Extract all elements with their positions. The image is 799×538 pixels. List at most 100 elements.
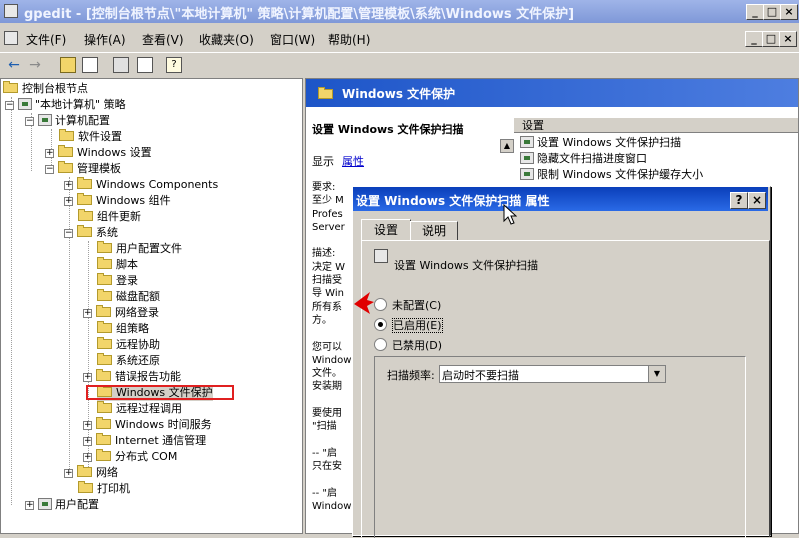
close-button[interactable]: ×	[780, 4, 798, 20]
tree-system-child[interactable]: + 错误报告功能	[83, 369, 181, 385]
maximize-button[interactable]: □	[763, 4, 781, 20]
tree-system-child[interactable]: 系统还原	[97, 353, 160, 369]
tree-printers[interactable]: 打印机	[78, 481, 130, 497]
tree-windows-settings[interactable]: + Windows 设置	[45, 145, 152, 161]
list-header[interactable]: 设置	[514, 117, 798, 133]
tab-settings[interactable]: 设置	[361, 219, 411, 241]
expand-icon[interactable]: +	[45, 149, 54, 158]
properties-dialog: 设置 Windows 文件保护扫描 属性 ? × 设置 说明 设置 Window…	[352, 186, 771, 538]
expand-icon[interactable]: +	[83, 437, 92, 446]
tree-user-config[interactable]: + 用户配置	[25, 497, 99, 513]
expand-icon[interactable]: +	[64, 197, 73, 206]
description-line: 至少 M	[312, 195, 344, 207]
folder-icon	[77, 465, 93, 477]
tree-software-settings[interactable]: 软件设置	[59, 129, 122, 145]
menu-window[interactable]: 窗口(W)	[270, 31, 315, 48]
list-item[interactable]: 设置 Windows 文件保护扫描	[520, 135, 681, 151]
folder-icon	[318, 87, 334, 99]
policy-title: 设置 Windows 文件保护扫描	[312, 123, 464, 136]
description-line: 您可以	[312, 341, 342, 353]
tab-explain[interactable]: 说明	[410, 221, 458, 240]
chevron-down-icon[interactable]: ▼	[648, 366, 665, 382]
folder-icon	[77, 177, 93, 189]
policy-setting-icon	[520, 152, 534, 164]
menu-action[interactable]: 操作(A)	[84, 31, 126, 48]
policy-description: 要求: 至少 M Profes Server 描述: 决定 W 扫描受导 Win 所有系 方。您…	[312, 181, 356, 513]
help-button[interactable]: ?	[730, 192, 748, 209]
red-arrow-icon	[354, 292, 374, 314]
tree-local-policy[interactable]: − "本地计算机" 策略	[5, 97, 126, 113]
tree-windows-components[interactable]: + Windows Components	[64, 177, 218, 193]
tree-system-child[interactable]: 磁盘配额	[97, 289, 160, 305]
properties-icon[interactable]	[113, 57, 129, 73]
help-icon[interactable]: ?	[166, 57, 182, 73]
collapse-icon[interactable]: −	[5, 101, 14, 110]
folder-icon	[97, 241, 113, 253]
description-line	[312, 434, 356, 447]
list-item[interactable]: 限制 Windows 文件保护缓存大小	[520, 167, 703, 183]
dialog-close-button[interactable]: ×	[748, 192, 766, 209]
tree-component-update[interactable]: 组件更新	[78, 209, 141, 225]
tree-computer-config[interactable]: − 计算机配置	[25, 113, 110, 129]
folder-icon	[96, 305, 112, 317]
folder-icon	[77, 225, 93, 237]
forward-arrow-icon[interactable]: →	[25, 55, 45, 75]
description-line	[312, 394, 356, 407]
description-line: -- "启	[312, 447, 337, 459]
folder-icon	[97, 273, 113, 285]
tree-system[interactable]: − 系统	[64, 225, 118, 241]
mdi-maximize-button[interactable]: □	[762, 31, 780, 47]
radio-enabled[interactable]: 已启用(E)	[374, 317, 443, 333]
menu-favorites[interactable]: 收藏夹(O)	[199, 31, 254, 48]
tree-system-child[interactable]: 远程协助	[97, 337, 160, 353]
collapse-icon[interactable]: −	[64, 229, 73, 238]
mdi-close-button[interactable]: ×	[779, 31, 797, 47]
tree-system-child[interactable]: 用户配置文件	[97, 241, 182, 257]
folder-icon	[58, 161, 74, 173]
back-arrow-icon[interactable]: ←	[4, 55, 24, 75]
expand-icon[interactable]: +	[83, 309, 92, 318]
menu-file[interactable]: 文件(F)	[26, 31, 66, 48]
radio-not-configured[interactable]: 未配置(C)	[374, 297, 441, 313]
tree-root[interactable]: 控制台根节点	[3, 81, 88, 97]
tree-system-child[interactable]: + 网络登录	[83, 305, 159, 321]
description-line	[312, 234, 356, 247]
show-hide-tree-icon[interactable]	[82, 57, 98, 73]
radio-disabled[interactable]: 已禁用(D)	[374, 337, 442, 353]
mdi-minimize-button[interactable]: _	[745, 31, 763, 47]
window-title: gpedit - [控制台根节点\"本地计算机" 策略\计算机配置\管理模板\系…	[24, 7, 575, 22]
collapse-icon[interactable]: −	[25, 117, 34, 126]
expand-icon[interactable]: +	[83, 421, 92, 430]
tree-system-child[interactable]: 组策略	[97, 321, 149, 337]
folder-icon	[59, 129, 75, 141]
folder-icon	[97, 321, 113, 333]
tree-system-child[interactable]: + Windows 时间服务	[83, 417, 212, 433]
tree-system-child[interactable]: + 分布式 COM	[83, 449, 177, 465]
tree-admin-templates[interactable]: − 管理模板	[45, 161, 121, 177]
menu-help[interactable]: 帮助(H)	[328, 31, 370, 48]
scan-frequency-select[interactable]: 启动时不要扫描 ▼	[439, 365, 666, 383]
tree-windows-components-cn[interactable]: + Windows 组件	[64, 193, 171, 209]
tree-pane: 控制台根节点 − "本地计算机" 策略 − 计算机配置 软件设置 + Windows …	[0, 78, 303, 534]
highlight-box	[86, 385, 234, 400]
list-scroll-arrow-icon[interactable]: ▲	[500, 139, 514, 153]
display-label: 显示	[312, 155, 334, 168]
folder-icon	[96, 449, 112, 461]
collapse-icon[interactable]: −	[45, 165, 54, 174]
tree-system-child[interactable]: 脚本	[97, 257, 138, 273]
properties-link[interactable]: 属性	[342, 153, 364, 169]
export-list-icon[interactable]	[137, 57, 153, 73]
expand-icon[interactable]: +	[64, 181, 73, 190]
expand-icon[interactable]: +	[83, 453, 92, 462]
list-item[interactable]: 隐藏文件扫描进度窗口	[520, 151, 647, 167]
menu-view[interactable]: 查看(V)	[142, 31, 184, 48]
tree-system-child[interactable]: 登录	[97, 273, 138, 289]
expand-icon[interactable]: +	[83, 373, 92, 382]
tree-system-child[interactable]: 远程过程调用	[97, 401, 182, 417]
up-folder-icon[interactable]	[60, 57, 76, 73]
tree-system-child[interactable]: + Internet 通信管理	[83, 433, 206, 449]
tree-network[interactable]: + 网络	[64, 465, 118, 481]
minimize-button[interactable]: _	[746, 4, 764, 20]
expand-icon[interactable]: +	[64, 469, 73, 478]
expand-icon[interactable]: +	[25, 501, 34, 510]
